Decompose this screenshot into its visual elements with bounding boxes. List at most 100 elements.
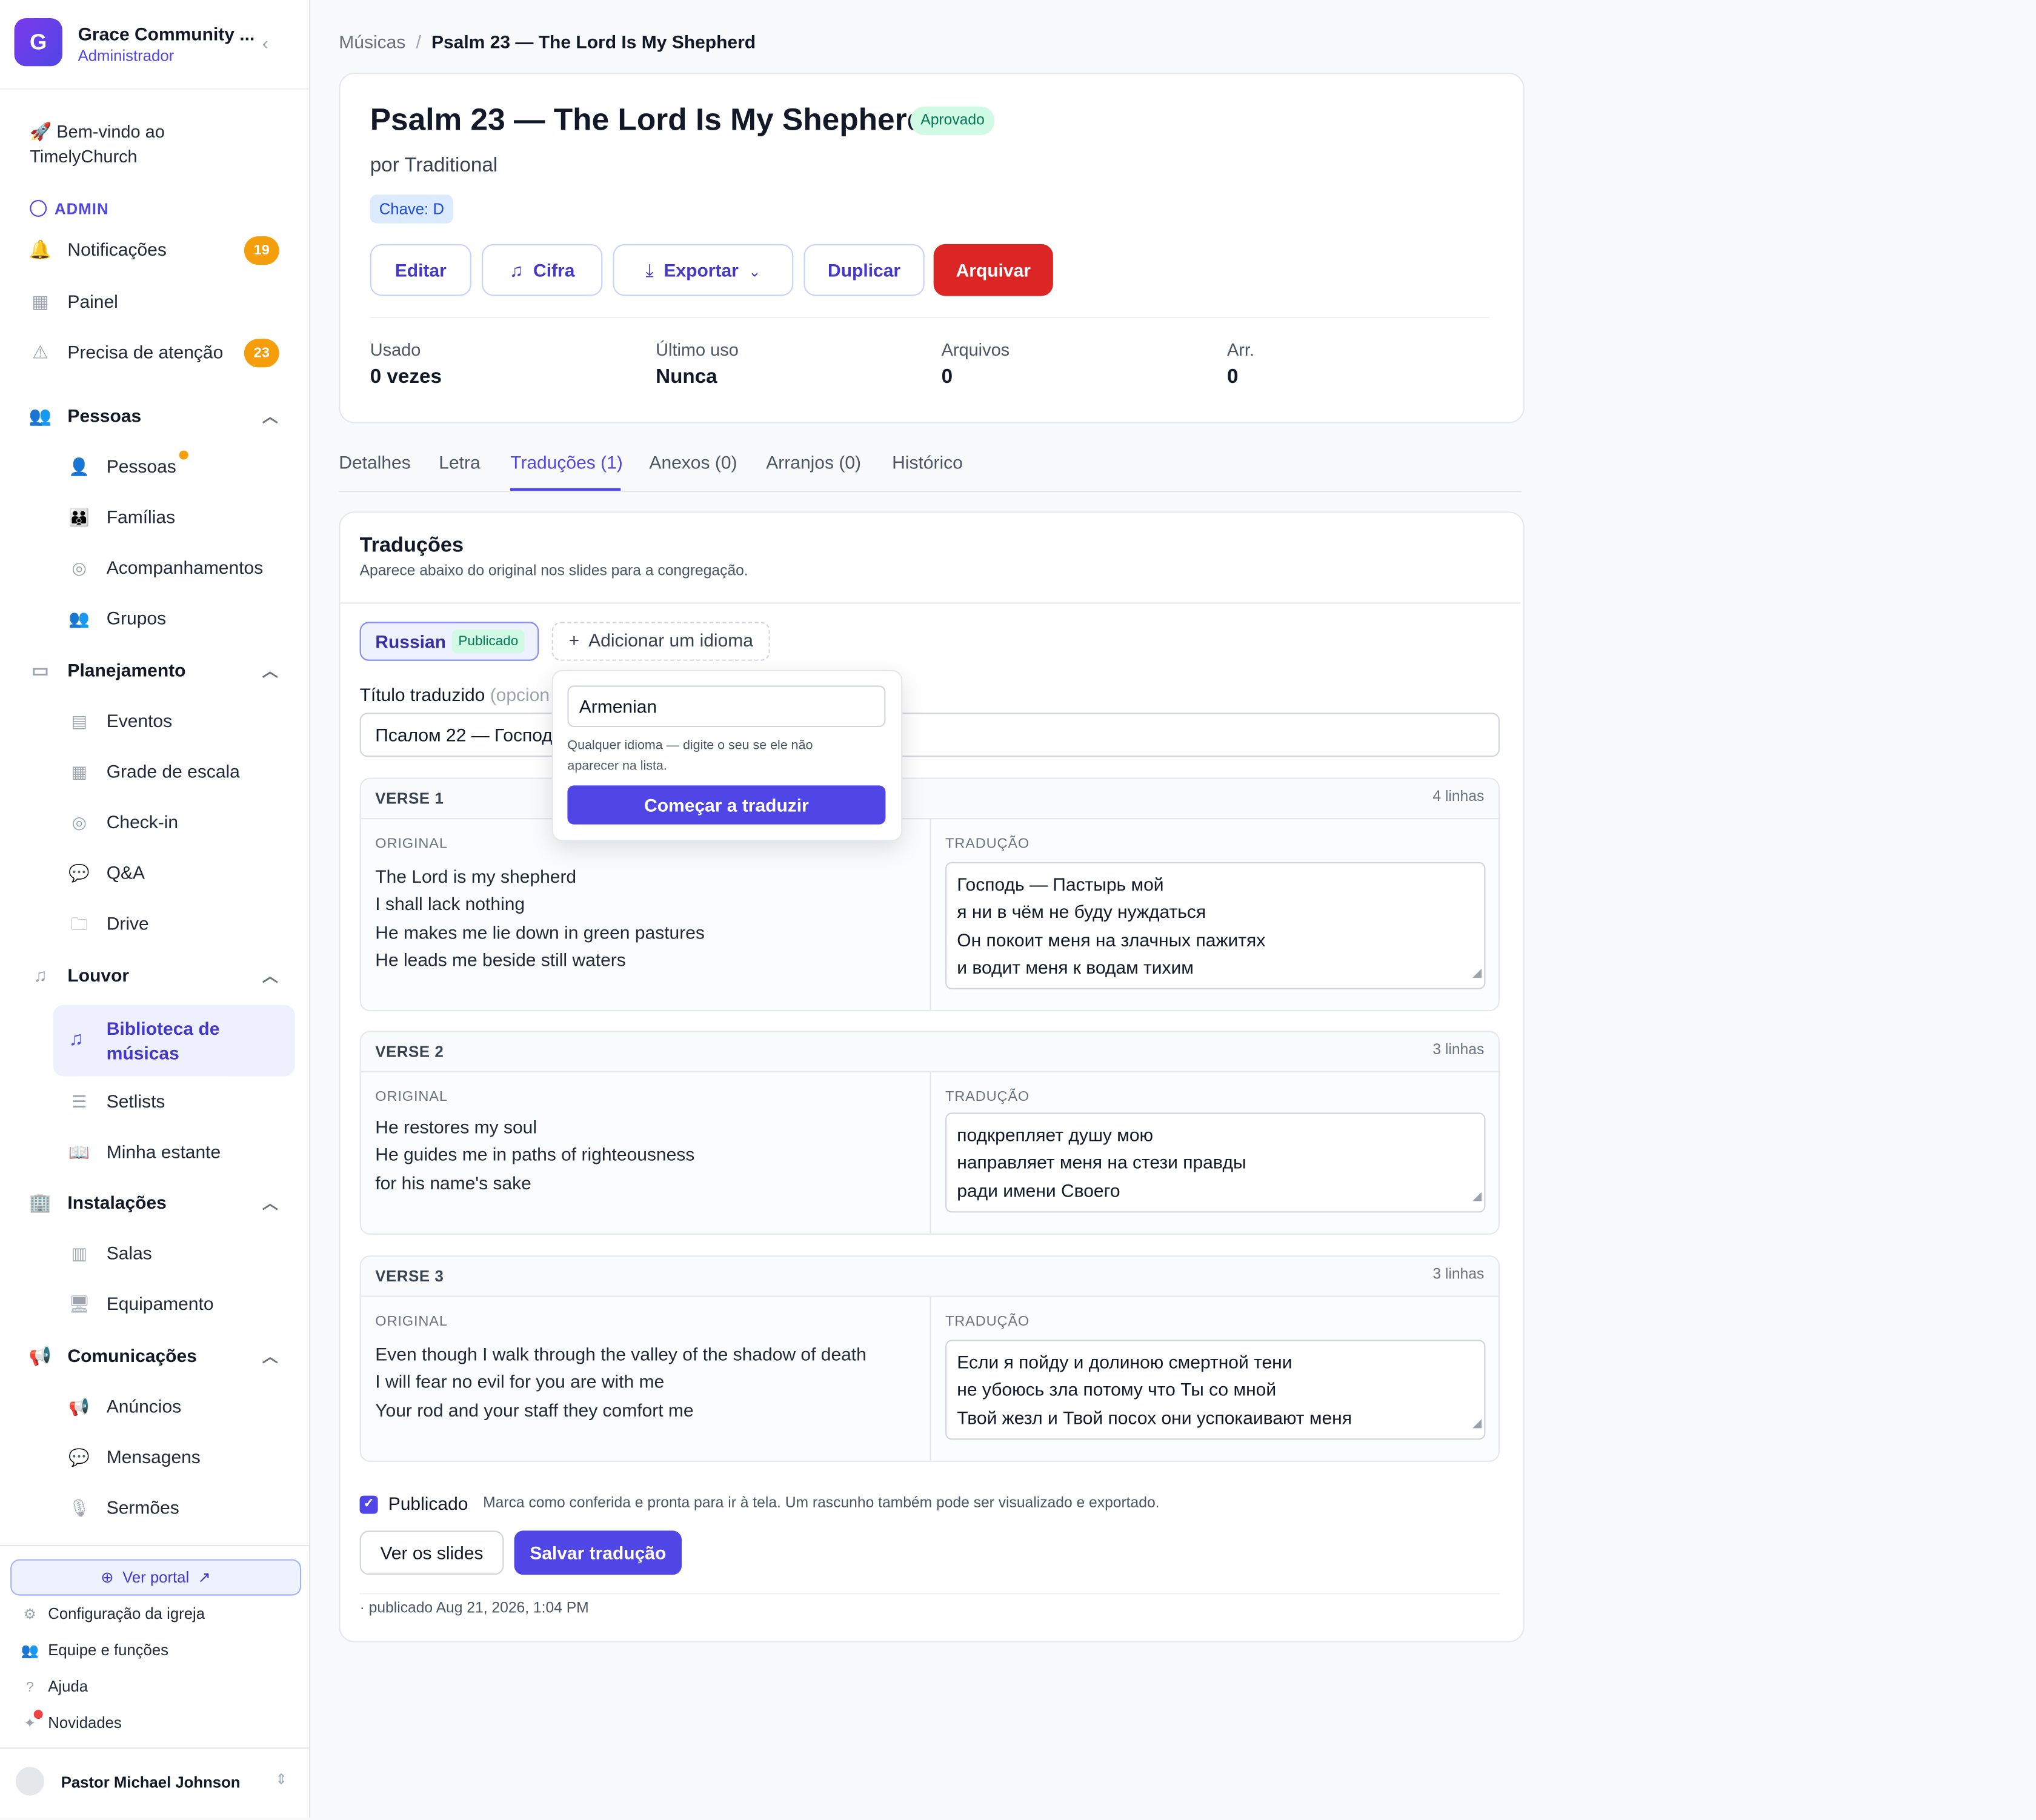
- grid-icon: ▦: [32, 291, 49, 312]
- verse-header: VERSE 2 3 linhas: [361, 1032, 1499, 1072]
- sidebar-section-facilities[interactable]: 🏢 Instalações ︿: [28, 1192, 278, 1223]
- language-input[interactable]: Armenian: [567, 685, 886, 727]
- verse-name: VERSE 1: [375, 789, 444, 808]
- sidebar-section-comms[interactable]: 📢 Comunicações ︿: [28, 1345, 278, 1376]
- chevron-up-icon: ︿: [262, 662, 278, 680]
- original-label: ORIGINAL: [375, 1314, 448, 1330]
- org-switcher[interactable]: G Grace Community ... Administrador ‹: [0, 0, 309, 90]
- translation-textarea[interactable]: подкрепляет душу мою направляет меня на …: [945, 1112, 1486, 1213]
- globe-icon: ⊕: [101, 1568, 114, 1587]
- verse-line-count: 3 linhas: [1432, 1042, 1485, 1058]
- stat-used-label: Usado: [370, 340, 421, 360]
- sidebar-item-announcements[interactable]: 📢 Anúncios: [67, 1396, 181, 1424]
- sidebar-item-followups[interactable]: ◎ Acompanhamentos: [67, 557, 264, 585]
- attention-count-badge: 23: [244, 339, 279, 368]
- view-portal-button[interactable]: ⊕ Ver portal ↗: [10, 1559, 302, 1596]
- breadcrumb-parent-link[interactable]: Músicas: [339, 31, 405, 51]
- download-icon: ⤓: [645, 259, 654, 281]
- stat-last-used-label: Último uso: [656, 340, 739, 360]
- translation-textarea[interactable]: Господь — Пастырь мой я ни в чём не буду…: [945, 862, 1486, 989]
- sidebar: G Grace Community ... Administrador ‹ 🚀 …: [0, 0, 311, 1819]
- gear-icon: ⚙: [23, 1607, 36, 1623]
- tab-translations[interactable]: Traduções (1): [510, 452, 623, 473]
- resize-handle-icon[interactable]: ◢: [1472, 1183, 1482, 1211]
- sidebar-section-planning[interactable]: ▭ Planejamento ︿: [28, 660, 278, 691]
- whats-new-link[interactable]: ✦ Novidades: [21, 1710, 122, 1732]
- help-link[interactable]: ? Ajuda: [21, 1678, 88, 1696]
- tab-attachments[interactable]: Anexos (0): [649, 452, 737, 473]
- archive-button[interactable]: Arquivar: [933, 244, 1053, 296]
- song-author: por Traditional: [370, 154, 498, 177]
- org-logo: G: [14, 18, 62, 67]
- tab-history[interactable]: Histórico: [892, 452, 963, 473]
- chevron-up-icon: ︿: [262, 1194, 278, 1213]
- column-divider: [930, 1295, 931, 1461]
- collapse-sidebar-icon[interactable]: ‹: [262, 33, 268, 53]
- sidebar-item-equipment[interactable]: 🖥 Equipamento: [67, 1293, 214, 1321]
- stat-arrangements-label: Arr.: [1226, 340, 1255, 360]
- published-timestamp: · publicado Aug 21, 2026, 1:04 PM: [359, 1601, 589, 1616]
- family-icon: 👪: [68, 507, 90, 527]
- sidebar-item-events[interactable]: ▤ Eventos: [67, 710, 173, 739]
- sidebar-item-rooms[interactable]: ▥ Salas: [67, 1243, 152, 1271]
- sidebar-footer: ⊕ Ver portal ↗ ⚙ Configuração da igreja 👥…: [0, 1545, 309, 1819]
- chevron-updown-icon: ⇕: [275, 1772, 288, 1788]
- sidebar-item-dashboard[interactable]: ▦ Painel: [28, 291, 118, 322]
- translation-textarea[interactable]: Если я пойду и долиною смертной тени не …: [945, 1340, 1486, 1440]
- page-title: Psalm 23 — The Lord Is My Shepherd: [370, 102, 927, 138]
- language-chip-russian[interactable]: Russian Publicado: [359, 622, 539, 661]
- music-note-icon: ♫: [68, 1028, 84, 1051]
- user-menu[interactable]: Pastor Michael Johnson ⇕: [0, 1747, 309, 1820]
- megaphone-icon: 📢: [28, 1345, 52, 1366]
- folder-icon: 🗀: [70, 914, 88, 934]
- sidebar-item-drive[interactable]: 🗀 Drive: [67, 912, 149, 941]
- verse-header: VERSE 1 4 linhas: [361, 779, 1499, 820]
- sidebar-item-my-shelf[interactable]: 📖 Minha estante: [67, 1141, 221, 1170]
- sidebar-item-checkin[interactable]: ◎ Check-in: [67, 811, 179, 840]
- tab-lyrics[interactable]: Letra: [439, 452, 480, 473]
- sidebar-section-worship[interactable]: ♫ Louvor ︿: [28, 965, 278, 995]
- status-badge: Aprovado: [910, 106, 995, 135]
- resize-handle-icon[interactable]: ◢: [1472, 959, 1482, 987]
- verse-name: VERSE 3: [375, 1267, 444, 1286]
- edit-button[interactable]: Editar: [370, 244, 471, 296]
- unread-dot: [33, 1710, 43, 1719]
- people-icon: 👥: [21, 1643, 39, 1659]
- duplicate-button[interactable]: Duplicar: [803, 244, 925, 296]
- translations-subtitle: Aparece abaixo do original nos slides pa…: [359, 563, 748, 579]
- language-help-text: Qualquer idioma — digite o seu se ele nã…: [567, 739, 813, 774]
- tab-bar: Detalhes Letra Traduções (1) Anexos (0) …: [339, 439, 1522, 493]
- team-roles-link[interactable]: 👥 Equipe e funções: [21, 1641, 168, 1659]
- sidebar-item-setlists[interactable]: ☰ Setlists: [67, 1091, 165, 1119]
- sidebar-item-sermons[interactable]: 🎙 Sermões: [67, 1497, 179, 1526]
- sidebar-item-notifications[interactable]: 🔔 Notificações 19: [28, 236, 279, 270]
- chords-button[interactable]: ♫ Cifra: [482, 244, 603, 296]
- sidebar-item-groups[interactable]: 👥 Grupos: [67, 608, 166, 636]
- church-settings-link[interactable]: ⚙ Configuração da igreja: [21, 1605, 205, 1623]
- sidebar-item-messages[interactable]: 💬 Mensagens: [67, 1446, 200, 1475]
- verse-name: VERSE 2: [375, 1042, 444, 1061]
- tab-arrangements[interactable]: Arranjos (0): [766, 452, 861, 473]
- view-slides-button[interactable]: Ver os slides: [359, 1530, 504, 1575]
- translated-title-input[interactable]: Псалом 22 — Господ: [359, 712, 1500, 757]
- add-language-button[interactable]: + Adicionar um idioma: [551, 622, 770, 661]
- user-name: Pastor Michael Johnson: [61, 1773, 241, 1792]
- org-name: Grace Community ...: [78, 23, 255, 44]
- sidebar-item-attention[interactable]: ⚠ Precisa de atenção 23: [28, 339, 279, 373]
- published-label: Publicado: [388, 1493, 468, 1514]
- tab-details[interactable]: Detalhes: [339, 452, 410, 473]
- sidebar-item-people[interactable]: 👤 Pessoas: [67, 450, 188, 484]
- sidebar-item-schedule-grid[interactable]: ▦ Grade de escala: [67, 761, 240, 789]
- start-translating-button[interactable]: Começar a traduzir: [567, 785, 886, 825]
- sidebar-item-families[interactable]: 👪 Famílias: [67, 506, 175, 535]
- sidebar-item-song-library[interactable]: ♫ Biblioteca de músicas: [53, 1005, 295, 1077]
- export-button[interactable]: ⤓ Exportar ⌄: [613, 244, 794, 296]
- divider: [340, 602, 1521, 604]
- welcome-link[interactable]: 🚀 Bem-vindo ao TimelyChurch: [30, 119, 264, 168]
- save-translation-button[interactable]: Salvar tradução: [514, 1530, 682, 1575]
- published-checkbox[interactable]: ✓: [359, 1495, 378, 1514]
- sidebar-section-people[interactable]: 👥 Pessoas ︿: [28, 405, 278, 436]
- resize-handle-icon[interactable]: ◢: [1472, 1410, 1482, 1438]
- sidebar-item-qa[interactable]: 💬 Q&A: [67, 862, 145, 891]
- breadcrumb-current: Psalm 23 — The Lord Is My Shepherd: [431, 31, 756, 52]
